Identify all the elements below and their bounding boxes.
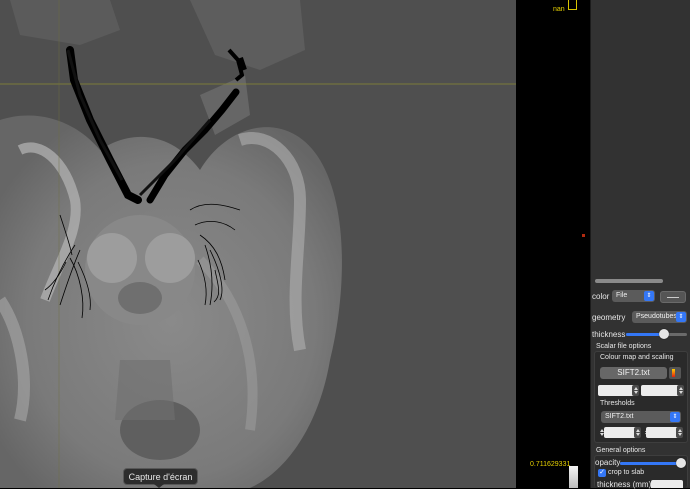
crop-checkbox[interactable]: ✓ (598, 469, 606, 477)
tooltip-tail (154, 484, 164, 488)
scale-max-label: 0.711629331 (530, 461, 571, 468)
thickness-mm-field[interactable] (651, 480, 683, 488)
chevron-updown-icon: ⇕ (644, 291, 654, 301)
marker-dot (582, 234, 585, 237)
image-viewer[interactable] (0, 0, 516, 488)
nan-label: nan (553, 6, 565, 13)
chevron-updown-icon: ⇕ (670, 412, 680, 422)
thickness-label: thickness (592, 330, 626, 339)
colorbar-area (516, 0, 590, 488)
colour-map-title: Colour map and scaling (600, 354, 674, 361)
threshold-max-stepper[interactable] (676, 427, 683, 438)
thickness-slider-knob[interactable] (659, 329, 669, 339)
nan-color-box (568, 0, 577, 10)
crop-label: crop to slab (608, 469, 645, 476)
geometry-select[interactable]: Pseudotubes ⇕ (632, 311, 687, 323)
thresholds-select[interactable]: SIFT2.txt ⇕ (601, 411, 681, 423)
geometry-select-value: Pseudotubes (636, 313, 677, 320)
scaling-max-stepper[interactable] (677, 385, 684, 396)
color-select[interactable]: File ⇕ (612, 290, 655, 302)
general-options-title: General options (596, 447, 646, 454)
threshold-min-stepper[interactable] (634, 427, 641, 438)
color-label: color (592, 292, 610, 301)
thresholds-select-value: SIFT2.txt (605, 413, 634, 420)
colour-map-file-button[interactable]: SIFT2.txt (600, 367, 667, 379)
scale-colorbar (569, 466, 578, 488)
opacity-slider[interactable] (620, 458, 686, 468)
scaling-min-stepper[interactable] (632, 385, 639, 396)
thresholds-title: Thresholds (600, 400, 635, 407)
thickness-slider[interactable] (626, 329, 687, 339)
screenshot-tooltip: Capture d'écran (123, 468, 198, 485)
brain-slice-render (0, 0, 516, 488)
color-select-value: File (616, 292, 628, 299)
opacity-label: opacity (595, 458, 621, 467)
chevron-updown-icon: ⇕ (676, 312, 686, 322)
scalar-file-options-title: Scalar file options (596, 343, 652, 350)
opacity-slider-knob[interactable] (676, 458, 686, 468)
horizontal-scrollbar[interactable] (595, 279, 663, 283)
color-swatch-button[interactable] (660, 291, 686, 303)
opacity-slider-fill (620, 462, 681, 465)
colour-map-icon[interactable] (669, 367, 681, 379)
geometry-label: geometry (592, 313, 626, 322)
